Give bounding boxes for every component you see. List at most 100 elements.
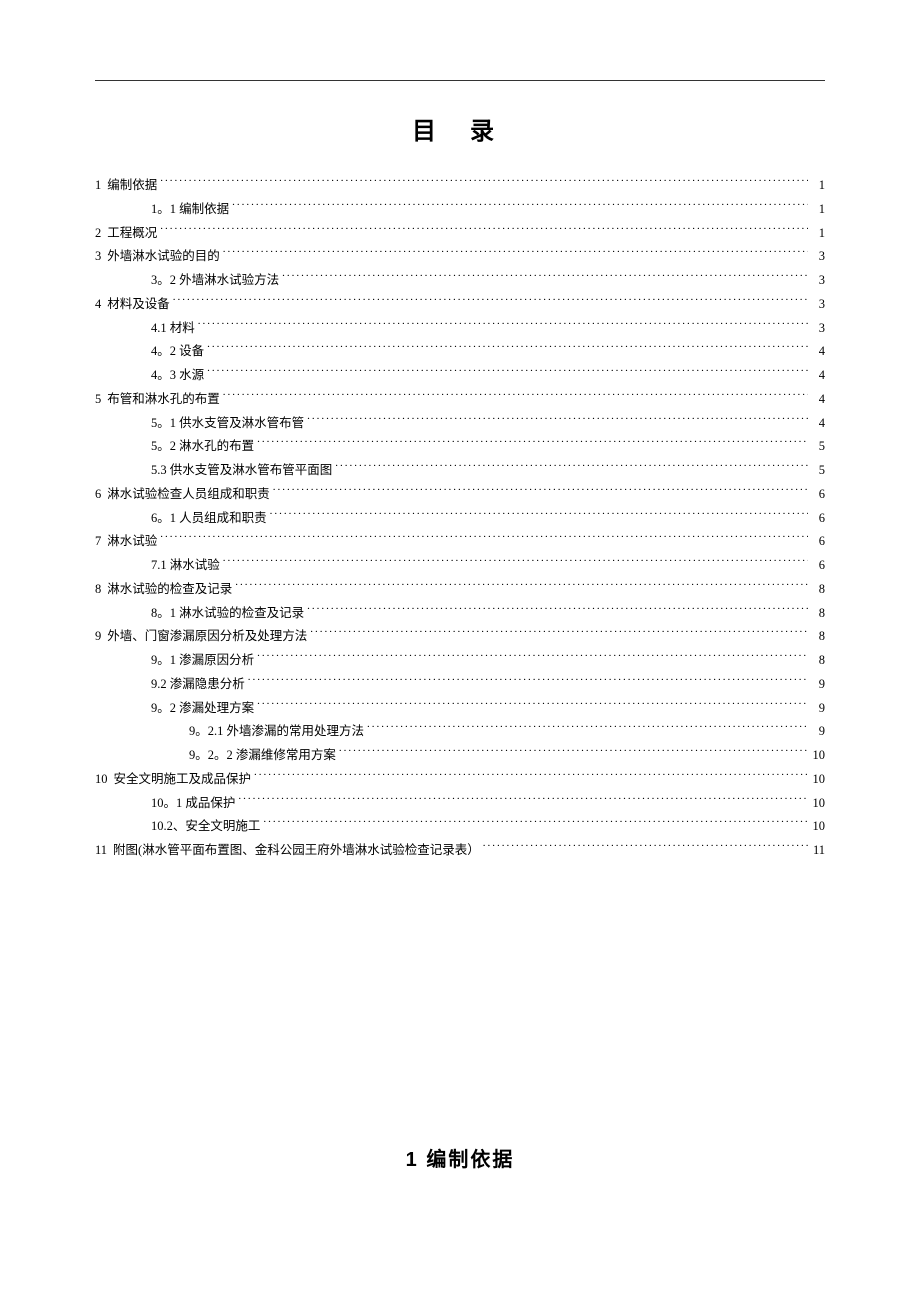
toc-entry-page: 10 <box>811 744 825 768</box>
toc-entry-label: 5。1 供水支管及淋水管布管 <box>151 412 304 436</box>
toc-entry-page: 8 <box>811 649 825 673</box>
toc-leader-dots <box>335 462 808 475</box>
toc-entry: 3外墙淋水试验的目的3 <box>95 245 825 269</box>
toc-entry-page: 8 <box>811 602 825 626</box>
toc-leader-dots <box>257 438 808 451</box>
toc-entry-label: 材料及设备 <box>107 293 170 317</box>
toc-leader-dots <box>160 177 808 190</box>
toc-leader-dots <box>238 794 808 807</box>
toc-entry-page: 10 <box>811 792 825 816</box>
header-rule <box>95 80 825 81</box>
toc-entry-page: 9 <box>811 720 825 744</box>
toc-entry-label: 4。2 设备 <box>151 340 204 364</box>
toc-entry-page: 11 <box>811 839 825 863</box>
toc-leader-dots <box>367 723 808 736</box>
toc-entry-page: 3 <box>811 269 825 293</box>
toc-entry-label: 9。2 渗漏处理方案 <box>151 697 254 721</box>
toc-entry: 5.3 供水支管及淋水管布管平面图5 <box>95 459 825 483</box>
toc-entry-label: 9。2.1 外墙渗漏的常用处理方法 <box>189 720 364 744</box>
toc-entry-number: 9 <box>95 625 101 649</box>
toc-entry: 10安全文明施工及成品保护10 <box>95 768 825 792</box>
toc-entry: 3。2 外墙淋水试验方法 3 <box>95 269 825 293</box>
toc-entry-page: 3 <box>811 245 825 269</box>
toc-entry-page: 9 <box>811 673 825 697</box>
toc-leader-dots <box>207 367 808 380</box>
toc-entry: 6。1 人员组成和职责6 <box>95 507 825 531</box>
toc-leader-dots <box>223 390 808 403</box>
toc-entry-page: 6 <box>811 507 825 531</box>
toc-leader-dots <box>223 557 808 570</box>
toc-leader-dots <box>173 295 808 308</box>
toc-entry-label: 9。1 渗漏原因分析 <box>151 649 254 673</box>
toc-entry-number: 10 <box>95 768 108 792</box>
toc-entry-page: 10 <box>811 768 825 792</box>
toc-entry-page: 1 <box>811 222 825 246</box>
toc-entry-label: 4。3 水源 <box>151 364 204 388</box>
toc-entry-label: 5。2 淋水孔的布置 <box>151 435 254 459</box>
toc-entry-label: 9。2。2 渗漏维修常用方案 <box>189 744 336 768</box>
toc-leader-dots <box>257 699 808 712</box>
toc-entry: 4材料及设备3 <box>95 293 825 317</box>
toc-leader-dots <box>207 343 808 356</box>
toc-leader-dots <box>270 509 808 522</box>
toc-entry: 9。2.1 外墙渗漏的常用处理方法 9 <box>95 720 825 744</box>
toc-entry-label: 外墙淋水试验的目的 <box>107 245 220 269</box>
toc-entry-page: 1 <box>811 198 825 222</box>
section-heading: 1 编制依据 <box>95 1143 825 1172</box>
toc-leader-dots <box>198 319 808 332</box>
toc-entry-label: 编制依据 <box>107 174 157 198</box>
toc-entry-number: 8 <box>95 578 101 602</box>
toc-entry-page: 4 <box>811 388 825 412</box>
toc-entry-page: 8 <box>811 578 825 602</box>
toc-entry-page: 10 <box>811 815 825 839</box>
document-page: 目 录 1编制依据11。1 编制依据12工程概况13外墙淋水试验的目的33。2 … <box>0 0 920 1302</box>
toc-leader-dots <box>307 604 808 617</box>
toc-entry-page: 3 <box>811 317 825 341</box>
toc-entry-page: 1 <box>811 174 825 198</box>
toc-entry-number: 1 <box>95 174 101 198</box>
toc-leader-dots <box>257 652 808 665</box>
toc-entry-label: 淋水试验检查人员组成和职责 <box>107 483 270 507</box>
toc-entry: 10。1 成品保护 10 <box>95 792 825 816</box>
toc-entry-page: 6 <box>811 554 825 578</box>
toc-entry-label: 4.1 材料 <box>151 317 195 341</box>
toc-entry-label: 10.2、安全文明施工 <box>151 815 260 839</box>
toc-entry: 4。2 设备 4 <box>95 340 825 364</box>
toc-entry-page: 6 <box>811 483 825 507</box>
toc-entry-label: 10。1 成品保护 <box>151 792 235 816</box>
toc-leader-dots <box>273 485 808 498</box>
toc-entry-label: 8。1 淋水试验的检查及记录 <box>151 602 304 626</box>
toc-entry-number: 2 <box>95 222 101 246</box>
toc-entry: 5。2 淋水孔的布置5 <box>95 435 825 459</box>
toc-entry-page: 9 <box>811 697 825 721</box>
toc-leader-dots <box>310 628 808 641</box>
toc-entry: 6淋水试验检查人员组成和职责6 <box>95 483 825 507</box>
toc-entry-number: 7 <box>95 530 101 554</box>
toc-entry-label: 布管和淋水孔的布置 <box>107 388 220 412</box>
toc-entry-number: 11 <box>95 839 107 863</box>
toc-entry-label: 淋水试验的检查及记录 <box>107 578 232 602</box>
toc-entry-number: 4 <box>95 293 101 317</box>
toc-entry: 9。1 渗漏原因分析 8 <box>95 649 825 673</box>
toc-entry-page: 8 <box>811 625 825 649</box>
toc-entry: 8淋水试验的检查及记录8 <box>95 578 825 602</box>
toc-entry: 5。1 供水支管及淋水管布管4 <box>95 412 825 436</box>
toc-entry-number: 6 <box>95 483 101 507</box>
toc-entry: 1编制依据1 <box>95 174 825 198</box>
toc-entry: 4.1 材料 3 <box>95 317 825 341</box>
toc-leader-dots <box>254 770 808 783</box>
toc-entry: 11附图(淋水管平面布置图、金科公园王府外墙淋水试验检查记录表）11 <box>95 839 825 863</box>
toc-entry-label: 附图(淋水管平面布置图、金科公园王府外墙淋水试验检查记录表） <box>113 839 480 863</box>
toc-entry-label: 3。2 外墙淋水试验方法 <box>151 269 279 293</box>
toc-entry-page: 4 <box>811 340 825 364</box>
toc-entry: 1。1 编制依据 1 <box>95 198 825 222</box>
toc-entry: 8。1 淋水试验的检查及记录 8 <box>95 602 825 626</box>
toc-leader-dots <box>282 272 808 285</box>
toc-entry-page: 6 <box>811 530 825 554</box>
toc-entry-label: 1。1 编制依据 <box>151 198 229 222</box>
toc-leader-dots <box>307 414 808 427</box>
toc-entry-label: 外墙、门窗渗漏原因分析及处理方法 <box>107 625 307 649</box>
toc-entry: 7淋水试验6 <box>95 530 825 554</box>
toc-title: 目 录 <box>95 111 825 146</box>
toc-entry-label: 9.2 渗漏隐患分析 <box>151 673 245 697</box>
